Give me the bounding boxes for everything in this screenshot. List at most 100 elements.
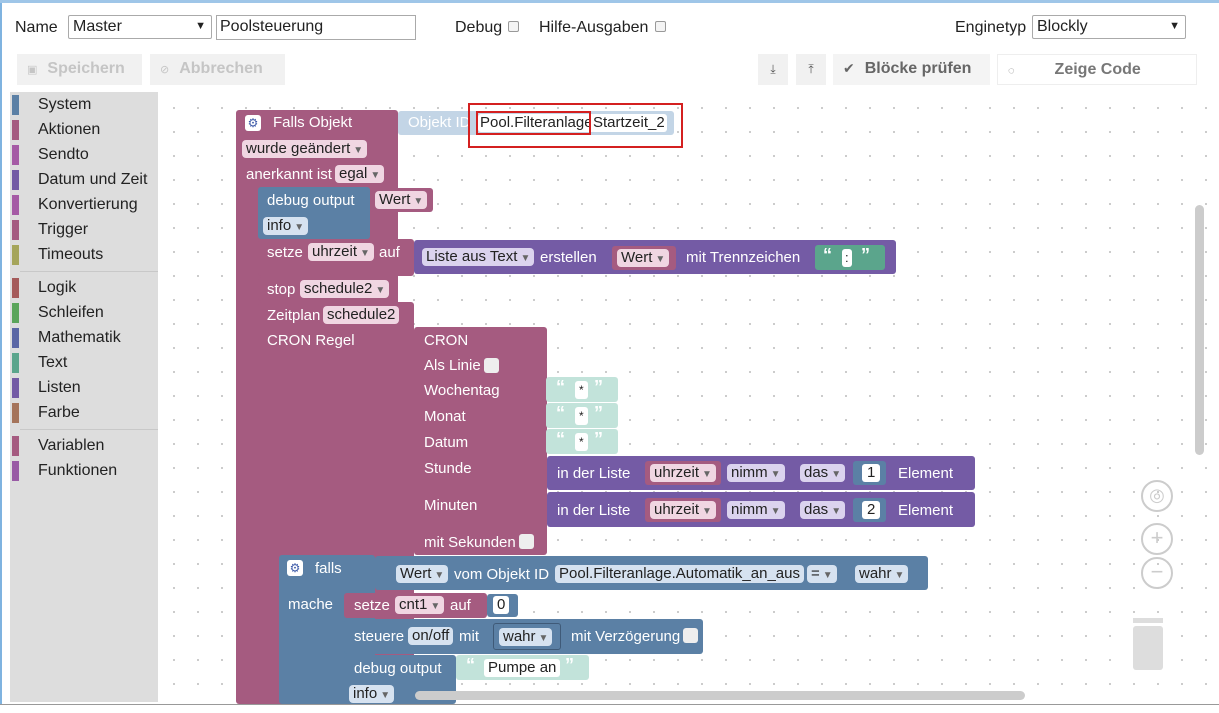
debug-checkbox[interactable] (508, 21, 519, 32)
changed-dropdown[interactable]: wurde geändert ▼ (242, 140, 368, 158)
chevron-down-icon: ▼ (770, 469, 781, 480)
name-label: Name (15, 19, 58, 36)
category-color (12, 303, 19, 323)
das-dropdown[interactable]: das ▼ (800, 501, 846, 519)
level-dropdown[interactable]: info ▼ (263, 217, 309, 235)
wochentag-star[interactable]: * (575, 381, 588, 399)
control-mode-field[interactable]: on/off (408, 627, 454, 645)
debug-label: debug output (354, 660, 442, 677)
category-color (12, 328, 19, 348)
object-field[interactable]: Pool.Filteranlage.Automatik_an_aus (555, 565, 804, 583)
gear-icon[interactable]: ⚙ (287, 560, 303, 576)
folder-select[interactable]: Master ▼ (68, 15, 212, 39)
toolbox-category-schleifen[interactable]: Schleifen (10, 301, 158, 325)
uhrzeit-dropdown[interactable]: uhrzeit ▼ (650, 501, 716, 519)
save-button[interactable]: ▣ Speichern (17, 54, 142, 85)
import-button[interactable]: ⤒ (796, 54, 826, 85)
toolbox-category-trigger[interactable]: Trigger (10, 218, 158, 242)
gear-icon[interactable]: ⚙ (245, 115, 261, 131)
stop-dropdown[interactable]: schedule2 ▼ (300, 280, 390, 298)
wert-dropdown[interactable]: Wert ▼ (375, 191, 428, 209)
toolbox-category-konvertierung[interactable]: Konvertierung (10, 193, 158, 217)
index-2-field[interactable]: 2 (862, 501, 881, 519)
var-dropdown[interactable]: uhrzeit ▼ (308, 243, 374, 261)
toolbox-category-variablen[interactable]: Variablen (10, 434, 158, 458)
monat-label: Monat (424, 408, 466, 425)
nimm-dropdown[interactable]: nimm ▼ (727, 464, 785, 482)
list-mode-value: Liste aus Text (426, 248, 518, 265)
toolbox-category-listen[interactable]: Listen (10, 376, 158, 400)
das-dropdown[interactable]: das ▼ (800, 464, 846, 482)
datum-star[interactable]: * (575, 433, 588, 451)
trash-icon[interactable] (1130, 618, 1166, 670)
category-color (12, 220, 19, 240)
export-button[interactable]: ⤓ (758, 54, 788, 85)
sekunden-checkbox[interactable] (519, 534, 534, 549)
check-blocks-button[interactable]: ✔ Blöcke prüfen (833, 54, 990, 85)
toolbar: ▣ Speichern ⊘ Abbrechen ⤓ ⤒ ✔ Blöcke prüfen… (2, 54, 1219, 86)
chevron-down-icon: ▼ (770, 506, 781, 517)
crosshair-icon[interactable]: ◎ (1141, 480, 1173, 512)
toolbox-category-aktionen[interactable]: Aktionen (10, 118, 158, 142)
nimm-dropdown[interactable]: nimm ▼ (727, 501, 785, 519)
separator-field[interactable]: : (842, 249, 852, 267)
category-color (12, 461, 19, 481)
chevron-down-icon: ▼ (294, 222, 305, 233)
object-value: Pool.Filteranlage.Automatik_an_aus (559, 565, 800, 582)
toolbox-category-funktionen[interactable]: Funktionen (10, 459, 158, 483)
bool-dropdown[interactable]: wahr ▼ (855, 565, 909, 583)
level-dropdown-2[interactable]: info ▼ (349, 685, 395, 703)
element-label: Element (898, 502, 954, 519)
das-value: das (804, 464, 829, 481)
zeitplan-name-field[interactable]: schedule2 (323, 306, 400, 324)
toolbox-category-timeouts[interactable]: Timeouts (10, 243, 158, 267)
toolbox-category-sendto[interactable]: Sendto (10, 143, 158, 167)
cancel-button[interactable]: ⊘ Abbrechen (150, 54, 285, 85)
uhrzeit-dropdown[interactable]: uhrzeit ▼ (650, 464, 716, 482)
chevron-down-icon: ▼ (195, 20, 206, 32)
chevron-down-icon: ▼ (380, 690, 391, 701)
show-code-button[interactable]: ◌ Zeige Code (997, 54, 1197, 85)
control-bool-dropdown[interactable]: wahr ▼ (499, 628, 553, 646)
plus-icon[interactable]: + (1141, 523, 1173, 555)
minus-icon[interactable]: − (1141, 557, 1173, 589)
control-mode-value: on/off (412, 627, 450, 644)
debug-text-field[interactable]: Pumpe an (484, 659, 561, 677)
toolbox-category-text[interactable]: Text (10, 351, 158, 375)
delay-checkbox[interactable] (683, 628, 698, 643)
toolbox-category-farbe[interactable]: Farbe (10, 401, 158, 425)
mit-label: mit (459, 628, 479, 645)
wert-mode-dropdown[interactable]: Wert ▼ (396, 565, 449, 583)
list-mode-dropdown[interactable]: Liste aus Text ▼ (422, 248, 535, 266)
category-label: Aktionen (38, 121, 101, 138)
mache-label: mache (288, 596, 334, 613)
als-linie-checkbox[interactable] (484, 358, 499, 373)
chevron-down-icon: ▼ (831, 469, 842, 480)
vertical-scrollbar[interactable] (1195, 205, 1204, 455)
toolbox-category-datum[interactable]: Datum und Zeit (10, 168, 158, 192)
operator-dropdown[interactable]: = ▼ (807, 565, 837, 583)
code-label: Zeige Code (1054, 61, 1141, 78)
monat-star[interactable]: * (575, 407, 588, 425)
script-name-input[interactable]: Poolsteuerung (216, 15, 416, 40)
ack-dropdown[interactable]: egal ▼ (335, 165, 385, 183)
horizontal-scrollbar[interactable] (415, 691, 1025, 700)
number-field[interactable]: 0 (493, 596, 510, 614)
enginetyp-value: Blockly (1037, 18, 1088, 35)
uhrzeit-value: uhrzeit (654, 464, 700, 481)
toolbox-category-logik[interactable]: Logik (10, 276, 158, 300)
wert-dropdown-2[interactable]: Wert ▼ (617, 249, 670, 267)
enginetyp-select[interactable]: Blockly ▼ (1032, 15, 1186, 39)
trigger-title: Falls Objekt (273, 114, 353, 131)
datum-label: Datum (424, 434, 469, 451)
toolbox-category-mathematik[interactable]: Mathematik (10, 326, 158, 350)
in-liste-label: in der Liste (557, 502, 631, 519)
toolbox-category-system[interactable]: System (10, 93, 158, 117)
open-quote-icon: “ (556, 403, 565, 423)
index-1-field[interactable]: 1 (862, 464, 881, 482)
hilfe-checkbox[interactable] (655, 21, 666, 32)
category-label: Datum und Zeit (38, 171, 148, 188)
cnt-value: cnt1 (399, 596, 428, 613)
chevron-down-icon: ▼ (353, 145, 364, 156)
cnt-dropdown[interactable]: cnt1 ▼ (395, 596, 445, 614)
